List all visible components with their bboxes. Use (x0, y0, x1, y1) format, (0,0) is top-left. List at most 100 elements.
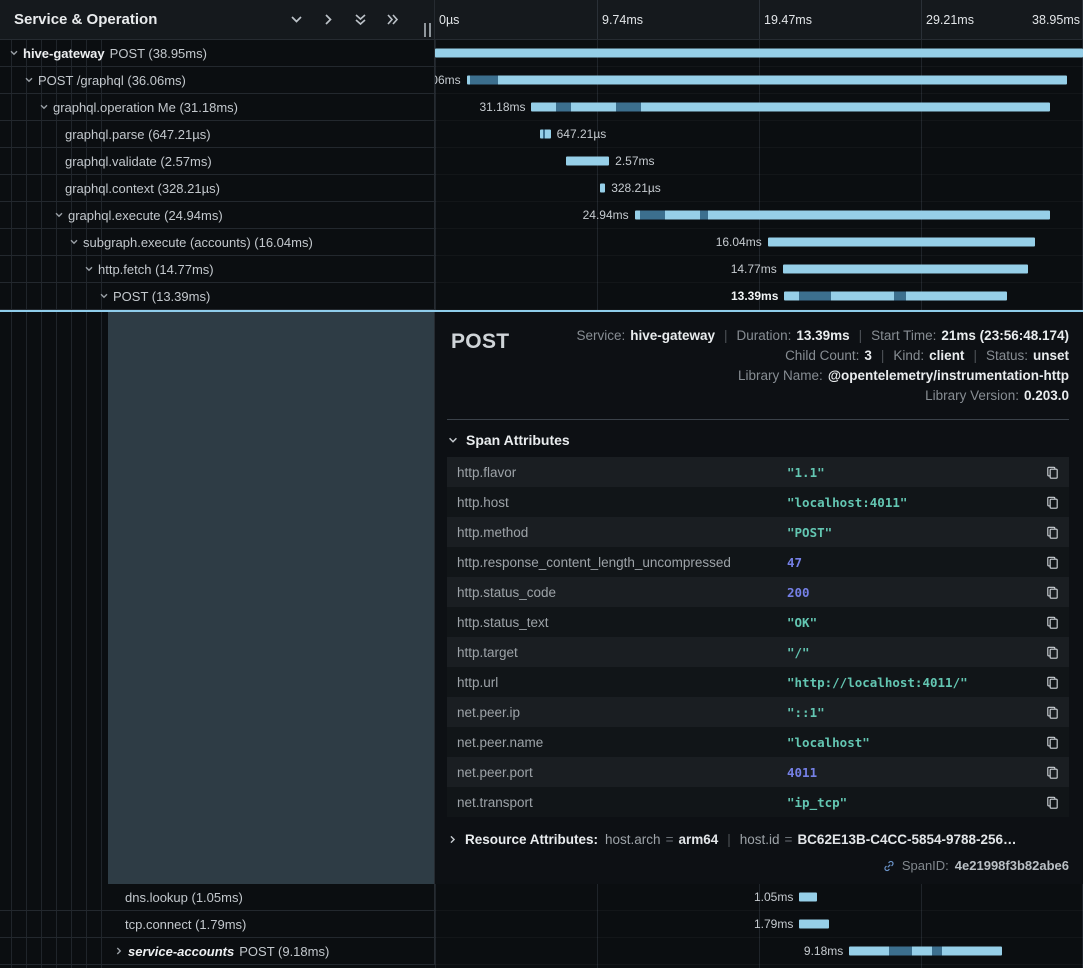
copy-button[interactable] (1040, 705, 1060, 720)
span-bar[interactable] (566, 157, 609, 166)
span-bar[interactable] (435, 49, 1083, 58)
span-row[interactable]: graphql.execute (24.94ms) 24.94ms (0, 202, 1083, 229)
copy-button[interactable] (1040, 675, 1060, 690)
span-name-cell[interactable]: tcp.connect (1.79ms) (0, 911, 435, 938)
span-bar[interactable] (768, 238, 1035, 247)
panel-splitter-handle-icon[interactable] (424, 23, 431, 37)
span-attributes-section-toggle[interactable]: Span Attributes (447, 432, 1069, 448)
span-name-cell[interactable]: hive-gatewayPOST (38.95ms) (0, 40, 435, 67)
span-name-cell[interactable]: POST /graphql (36.06ms) (0, 67, 435, 94)
span-bar[interactable] (600, 184, 605, 193)
meta-line: Library Version:0.203.0 (925, 388, 1069, 403)
span-name: tcp.connect (1.79ms) (125, 917, 246, 932)
link-icon[interactable] (882, 859, 896, 873)
copy-button[interactable] (1040, 585, 1060, 600)
chevron-down-icon[interactable] (23, 74, 38, 86)
span-row[interactable]: graphql.parse (647.21µs)647.21µs (0, 121, 1083, 148)
span-bar[interactable] (799, 920, 829, 929)
chevron-down-icon[interactable] (98, 290, 113, 302)
resource-attributes-row[interactable]: Resource Attributes: host.arch=arm64|hos… (447, 832, 1069, 847)
chevron-right-icon[interactable] (113, 945, 128, 957)
tick-label-0: 0µs (439, 13, 459, 27)
span-row[interactable]: graphql.validate (2.57ms)2.57ms (0, 148, 1083, 175)
span-name: graphql.execute (24.94ms) (68, 208, 223, 223)
span-row[interactable]: http.fetch (14.77ms)14.77ms (0, 256, 1083, 283)
copy-button[interactable] (1040, 645, 1060, 660)
double-chevron-right-icon[interactable] (385, 12, 400, 27)
copy-button[interactable] (1040, 465, 1060, 480)
span-row[interactable]: POST /graphql (36.06ms)36.06ms (0, 67, 1083, 94)
span-name-cell[interactable]: graphql.context (328.21µs) (0, 175, 435, 202)
span-name-cell[interactable]: graphql.validate (2.57ms) (0, 148, 435, 175)
tick-label-3: 29.21ms (926, 13, 974, 27)
copy-button[interactable] (1040, 495, 1060, 510)
page-title: Service & Operation (14, 11, 289, 28)
span-bar[interactable] (540, 130, 551, 139)
copy-button[interactable] (1040, 735, 1060, 750)
span-row[interactable]: subgraph.execute (accounts) (16.04ms)16.… (0, 229, 1083, 256)
span-bar[interactable] (635, 211, 1050, 220)
copy-button[interactable] (1040, 525, 1060, 540)
span-row[interactable]: dns.lookup (1.05ms)1.05ms (0, 884, 1083, 911)
attribute-key: net.peer.name (457, 735, 787, 750)
span-timeline-cell: 36.06ms (435, 67, 1083, 94)
span-name-cell[interactable]: POST (13.39ms) (0, 283, 435, 310)
span-bar[interactable] (783, 265, 1029, 274)
chevron-down-icon[interactable] (83, 263, 98, 275)
span-name-cell[interactable]: graphql.operation Me (31.18ms) (0, 94, 435, 121)
span-row[interactable]: hive-gatewayPOST (38.95ms) (0, 40, 1083, 67)
span-row[interactable]: graphql.operation Me (31.18ms)31.18ms (0, 94, 1083, 121)
span-name-cell[interactable]: graphql.parse (647.21µs) (0, 121, 435, 148)
attribute-value: "ip_tcp" (787, 795, 1040, 810)
copy-button[interactable] (1040, 795, 1060, 810)
span-bar[interactable] (531, 103, 1050, 112)
span-bar[interactable] (849, 947, 1002, 956)
span-row[interactable]: tcp.connect (1.79ms)1.79ms (0, 911, 1083, 938)
attribute-key: http.target (457, 645, 787, 660)
chevron-down-icon[interactable] (8, 47, 23, 59)
chevron-right-icon[interactable] (321, 12, 336, 27)
attribute-row: net.peer.port4011 (447, 757, 1069, 787)
span-timeline-cell: 31.18ms (435, 94, 1083, 121)
attribute-key: http.status_text (457, 615, 787, 630)
duration-label: 24.94ms (583, 208, 629, 222)
detail-row-left-spacer (0, 312, 435, 884)
chevron-down-icon[interactable] (68, 236, 83, 248)
meta-separator: | (724, 328, 728, 343)
chevron-down-icon[interactable] (53, 209, 68, 221)
span-name-cell[interactable]: http.fetch (14.77ms) (0, 256, 435, 283)
chevron-down-icon[interactable] (38, 101, 53, 113)
span-bar[interactable] (799, 893, 816, 902)
attribute-value: "localhost:4011" (787, 495, 1040, 510)
span-bar[interactable] (467, 76, 1067, 85)
meta-value: client (929, 348, 964, 363)
attribute-row: http.target"/" (447, 637, 1069, 667)
resource-attributes-title: Resource Attributes: (465, 832, 598, 847)
span-name-cell[interactable]: dns.lookup (1.05ms) (0, 884, 435, 911)
meta-line: Child Count:3|Kind:client|Status:unset (785, 348, 1069, 363)
duration-label: 9.18ms (804, 944, 843, 958)
chevron-down-icon[interactable] (289, 12, 304, 27)
attribute-row: http.flavor"1.1" (447, 457, 1069, 487)
selected-span-children-block (108, 312, 434, 884)
copy-icon (1045, 645, 1060, 660)
span-name-cell[interactable]: graphql.execute (24.94ms) (0, 202, 435, 229)
span-timeline-cell: 13.39ms (435, 283, 1083, 310)
span-row[interactable]: service-accountsPOST (9.18ms) 9.18ms (0, 938, 1083, 965)
copy-button[interactable] (1040, 765, 1060, 780)
double-chevron-down-icon[interactable] (353, 12, 368, 27)
copy-button[interactable] (1040, 555, 1060, 570)
copy-button[interactable] (1040, 615, 1060, 630)
attribute-key: http.url (457, 675, 787, 690)
span-bar-segment (543, 130, 545, 139)
span-rows-above: hive-gatewayPOST (38.95ms)POST /graphql … (0, 40, 1083, 310)
meta-label: Status: (986, 348, 1028, 363)
tick-label-1: 9.74ms (602, 13, 643, 27)
attribute-value: 4011 (787, 765, 1040, 780)
span-bar[interactable] (784, 292, 1007, 301)
span-row[interactable]: POST (13.39ms)13.39ms (0, 283, 1083, 310)
span-row[interactable]: graphql.context (328.21µs)328.21µs (0, 175, 1083, 202)
attribute-row: net.transport"ip_tcp" (447, 787, 1069, 817)
span-name-cell[interactable]: service-accountsPOST (9.18ms) (0, 938, 435, 965)
span-name-cell[interactable]: subgraph.execute (accounts) (16.04ms) (0, 229, 435, 256)
